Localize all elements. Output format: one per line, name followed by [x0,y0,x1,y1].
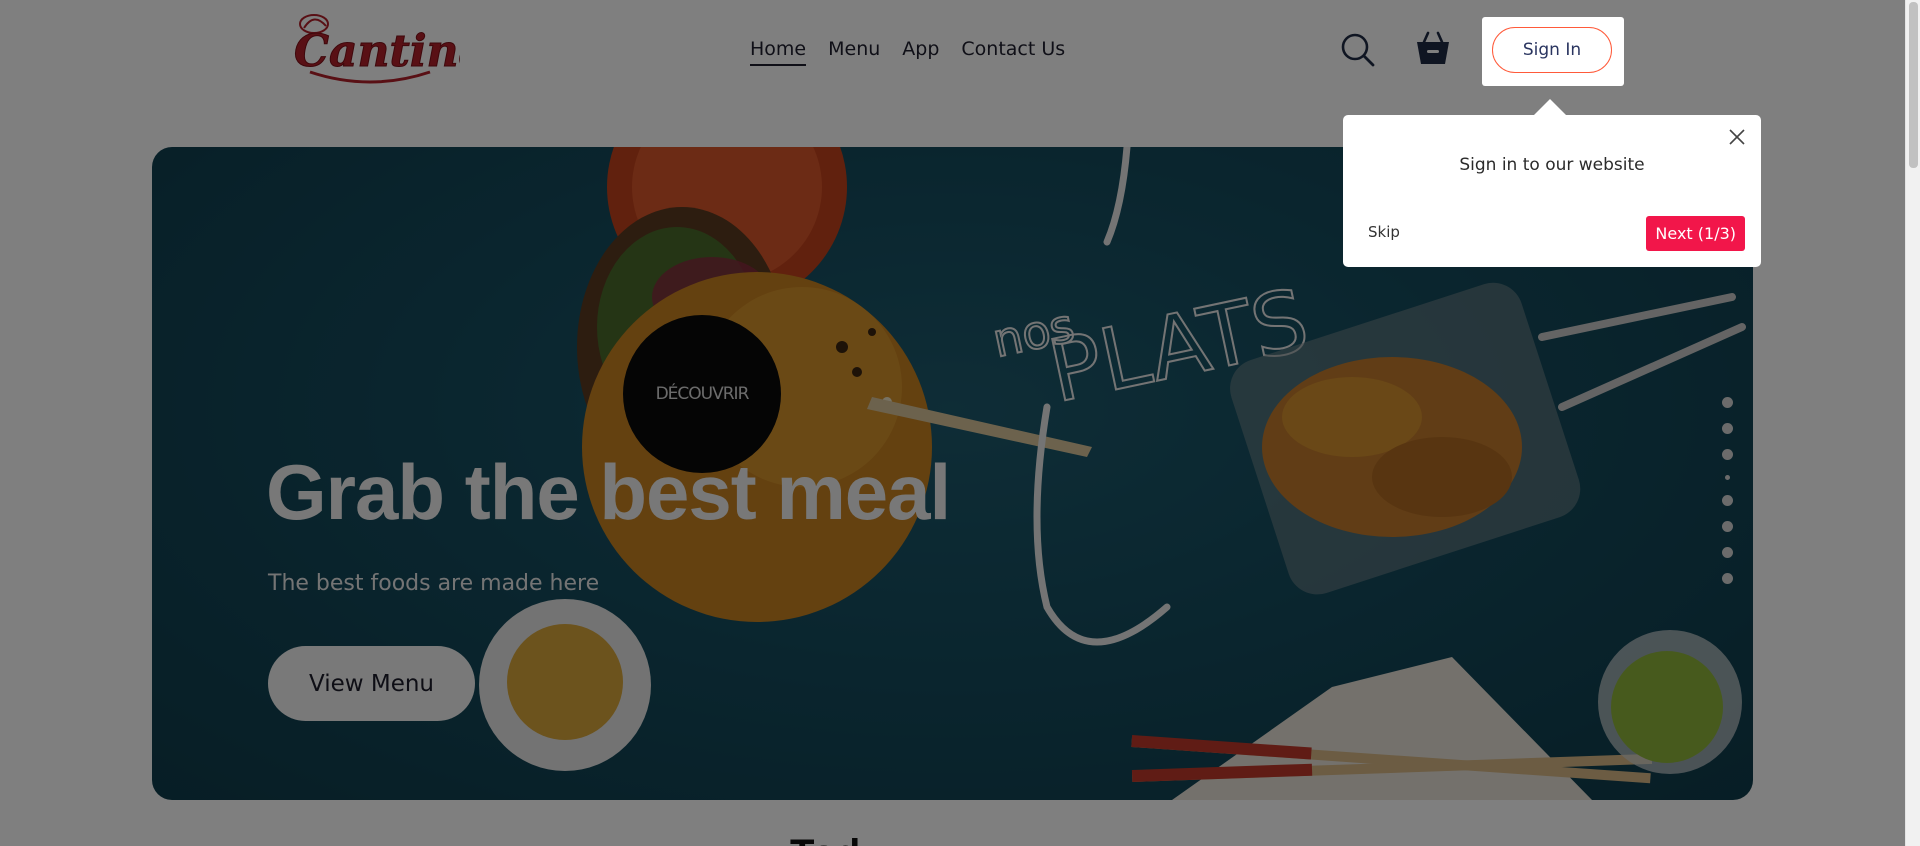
popover-arrow [1533,99,1567,116]
scrollbar-thumb[interactable] [1909,2,1918,168]
sign-in-button[interactable]: Sign In [1492,27,1612,73]
signin-highlight: Sign In [1482,17,1624,86]
close-icon[interactable] [1727,127,1747,147]
tour-popover: Sign in to our website Skip Next (1/3) [1343,115,1761,267]
page-scrollbar[interactable] [1905,0,1920,846]
skip-button[interactable]: Skip [1368,223,1400,241]
next-button[interactable]: Next (1/3) [1646,216,1745,251]
popover-title: Sign in to our website [1459,155,1645,175]
